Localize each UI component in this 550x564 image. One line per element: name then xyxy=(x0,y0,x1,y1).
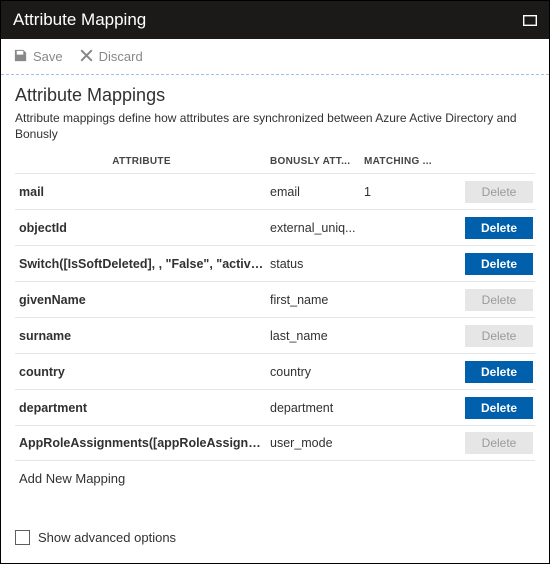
discard-button[interactable]: Discard xyxy=(79,48,143,66)
header-matching: MATCHING ... xyxy=(364,156,442,167)
delete-button: Delete xyxy=(465,432,533,454)
save-label: Save xyxy=(33,49,63,64)
advanced-options-label: Show advanced options xyxy=(38,530,176,545)
table-row[interactable]: Switch([IsSoftDeleted], , "False", "acti… xyxy=(15,245,535,281)
delete-button: Delete xyxy=(465,325,533,347)
grid-body: mailemail1DeleteobjectIdexternal_uniq...… xyxy=(15,173,535,461)
cell-attribute: objectId xyxy=(15,221,270,235)
delete-button[interactable]: Delete xyxy=(465,397,533,419)
section-description: Attribute mappings define how attributes… xyxy=(15,110,535,142)
cell-bonusly: external_uniq... xyxy=(270,221,364,235)
delete-button[interactable]: Delete xyxy=(465,253,533,275)
toolbar: Save Discard xyxy=(1,39,549,75)
save-button[interactable]: Save xyxy=(13,48,63,66)
table-row[interactable]: objectIdexternal_uniq... Delete xyxy=(15,209,535,245)
table-row[interactable]: mailemail1 Delete xyxy=(15,173,535,209)
cell-attribute: givenName xyxy=(15,293,270,307)
cell-bonusly: country xyxy=(270,365,364,379)
add-new-mapping-link[interactable]: Add New Mapping xyxy=(15,461,535,496)
cell-bonusly: status xyxy=(270,257,364,271)
delete-button: Delete xyxy=(465,289,533,311)
cell-bonusly: last_name xyxy=(270,329,364,343)
maximize-icon[interactable] xyxy=(523,15,537,26)
cell-bonusly: department xyxy=(270,401,364,415)
titlebar: Attribute Mapping xyxy=(1,1,549,39)
advanced-options-row: Show advanced options xyxy=(15,526,535,549)
cell-matching: 1 xyxy=(364,185,442,199)
cell-attribute: surname xyxy=(15,329,270,343)
cell-attribute: department xyxy=(15,401,270,415)
advanced-options-checkbox[interactable] xyxy=(15,530,30,545)
delete-button[interactable]: Delete xyxy=(465,217,533,239)
close-icon xyxy=(79,48,94,66)
cell-bonusly: first_name xyxy=(270,293,364,307)
cell-bonusly: user_mode xyxy=(270,436,364,450)
delete-button: Delete xyxy=(465,181,533,203)
table-row[interactable]: countrycountry Delete xyxy=(15,353,535,389)
cell-attribute: country xyxy=(15,365,270,379)
grid-header: ATTRIBUTE BONUSLY ATT... MATCHING ... xyxy=(15,152,535,173)
discard-label: Discard xyxy=(99,49,143,64)
table-row[interactable]: departmentdepartment Delete xyxy=(15,389,535,425)
table-row[interactable]: givenNamefirst_name Delete xyxy=(15,281,535,317)
header-attribute: ATTRIBUTE xyxy=(15,156,270,167)
delete-button[interactable]: Delete xyxy=(465,361,533,383)
table-row[interactable]: AppRoleAssignments([appRoleAssignments])… xyxy=(15,425,535,461)
header-bonusly: BONUSLY ATT... xyxy=(270,156,364,167)
table-row[interactable]: surnamelast_name Delete xyxy=(15,317,535,353)
section-heading: Attribute Mappings xyxy=(15,85,535,106)
window-title: Attribute Mapping xyxy=(13,10,146,30)
cell-bonusly: email xyxy=(270,185,364,199)
save-icon xyxy=(13,48,28,66)
cell-attribute: mail xyxy=(15,185,270,199)
cell-attribute: Switch([IsSoftDeleted], , "False", "acti… xyxy=(15,257,270,271)
cell-attribute: AppRoleAssignments([appRoleAssignments]) xyxy=(15,436,270,450)
